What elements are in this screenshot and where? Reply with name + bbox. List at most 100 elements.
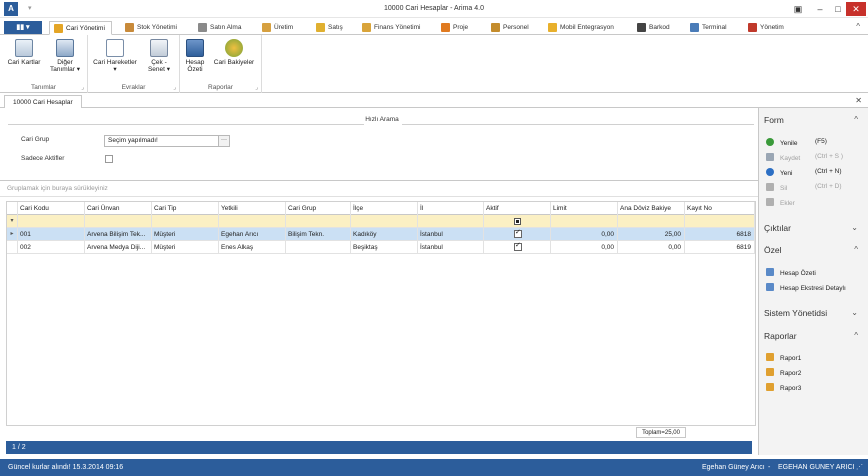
tab-personel[interactable]: Personel	[491, 21, 529, 35]
tab-terminal[interactable]: Terminal	[690, 21, 727, 35]
maximize-button[interactable]: □	[830, 2, 846, 16]
sidebar-section-sistem[interactable]: Sistem Yönetidsi	[764, 308, 827, 318]
aktif-checkbox[interactable]	[514, 242, 522, 251]
cari-grup-select[interactable]: Seçim yapılmadı! ···	[104, 135, 230, 147]
cell-yetkili[interactable]: Egehan Arıcı	[219, 228, 286, 241]
cell-ana-doviz-bakiye[interactable]: 25,00	[618, 228, 685, 241]
tab-cari-yonetimi[interactable]: Cari Yönetimi	[49, 21, 112, 35]
filter-cell[interactable]	[418, 215, 484, 228]
column-header-ana-doviz-bakiye[interactable]: Ana Döviz Bakiye	[618, 202, 685, 215]
filter-cell[interactable]	[219, 215, 286, 228]
filter-cell[interactable]	[351, 215, 418, 228]
filter-cell-aktif[interactable]	[484, 215, 551, 228]
cek-senet-button[interactable]: Çek - Senet ▾	[144, 39, 174, 73]
column-header-aktif[interactable]: Aktif	[484, 202, 551, 215]
cell-aktif[interactable]	[484, 228, 551, 241]
cell-cari-unvan[interactable]: Arvena Medya Diji...	[85, 241, 152, 254]
close-button[interactable]: ✕	[846, 2, 866, 16]
cell-aktif[interactable]	[484, 241, 551, 254]
cell-limit[interactable]: 0,00	[551, 241, 618, 254]
sidebar-section-raporlar[interactable]: Raporlar	[764, 331, 797, 341]
column-header-cari-tip[interactable]: Cari Tip	[152, 202, 219, 215]
tab-barkod[interactable]: Barkod	[637, 21, 670, 35]
cell-cari-unvan[interactable]: Arvena Bilişim Tek...	[85, 228, 152, 241]
sidebar-item-sil[interactable]: Sil	[766, 183, 787, 192]
group-by-area[interactable]: Gruplamak için buraya sürükleyiniz	[0, 180, 758, 197]
filter-cell[interactable]	[551, 215, 618, 228]
column-header-cari-unvan[interactable]: Cari Ünvan	[85, 202, 152, 215]
sidebar-section-form[interactable]: Form	[764, 115, 784, 125]
tab-finans-yonetimi[interactable]: Finans Yönetimi	[362, 21, 421, 35]
sidebar-item-hesap-ekstresi[interactable]: Hesap Ekstresi Detaylı	[766, 283, 846, 292]
close-document-icon[interactable]: ✕	[855, 96, 862, 105]
cell-cari-grup[interactable]	[286, 241, 351, 254]
cell-cari-tip[interactable]: Müşteri	[152, 241, 219, 254]
filter-cell[interactable]	[618, 215, 685, 228]
resize-grip-icon[interactable]: ⋰	[856, 459, 863, 476]
cell-kayit-no[interactable]: 6818	[685, 228, 755, 241]
diger-tanimlar-button[interactable]: Diğer Tanımlar ▾	[46, 39, 84, 73]
sidebar-item-ekler[interactable]: Ekler	[766, 198, 795, 207]
table-row[interactable]: 002 Arvena Medya Diji... Müşteri Enes Al…	[7, 241, 755, 254]
cell-ilce[interactable]: Beşiktaş	[351, 241, 418, 254]
cari-kartlar-button[interactable]: Cari Kartlar	[6, 39, 42, 66]
file-menu-button[interactable]: ▮▮ ▾	[4, 21, 42, 34]
column-header-cari-kodu[interactable]: Cari Kodu	[18, 202, 85, 215]
sidebar-item-rapor3[interactable]: Rapor3	[766, 383, 801, 392]
chevron-up-icon[interactable]: ^	[854, 331, 858, 340]
doc-tab-cari-hesaplar[interactable]: 10000 Cari Hesaplar	[4, 95, 82, 108]
aktif-filter-checkbox[interactable]	[514, 218, 521, 225]
sidebar-section-ciktilar[interactable]: Çıktılar	[764, 223, 791, 233]
column-header-yetkili[interactable]: Yetkili	[219, 202, 286, 215]
cell-limit[interactable]: 0,00	[551, 228, 618, 241]
hesap-ozeti-button[interactable]: Hesap Özeti	[184, 39, 206, 73]
column-header-limit[interactable]: Limit	[551, 202, 618, 215]
filter-cell[interactable]	[18, 215, 85, 228]
collapse-ribbon-icon[interactable]: ^	[856, 22, 860, 31]
tab-proje[interactable]: Proje	[441, 21, 468, 35]
pager-bar[interactable]: 1 / 2	[6, 441, 752, 454]
grid-filter-row[interactable]: ▾	[7, 215, 755, 228]
cell-cari-grup[interactable]: Bilişim Tekn.	[286, 228, 351, 241]
sidebar-item-hesap-ozeti[interactable]: Hesap Özeti	[766, 268, 816, 277]
cari-bakiyeler-button[interactable]: Cari Bakiyeler	[210, 39, 258, 66]
table-row[interactable]: ▸ 001 Arvena Bilişim Tek... Müşteri Egeh…	[7, 228, 755, 241]
sidebar-item-yeni[interactable]: Yeni	[766, 168, 792, 177]
column-header-il[interactable]: İl	[418, 202, 484, 215]
chevron-up-icon[interactable]: ^	[854, 115, 858, 124]
sidebar-item-kaydet[interactable]: Kaydet	[766, 153, 800, 162]
cell-kayit-no[interactable]: 6819	[685, 241, 755, 254]
aktif-checkbox[interactable]	[514, 229, 522, 238]
chevron-down-icon[interactable]: ⌄	[851, 223, 858, 232]
sidebar-item-rapor1[interactable]: Rapor1	[766, 353, 801, 362]
sidebar-item-rapor2[interactable]: Rapor2	[766, 368, 801, 377]
dialog-launcher-icon[interactable]: ⌟	[255, 84, 258, 91]
dialog-launcher-icon[interactable]: ⌟	[173, 84, 176, 91]
cell-ilce[interactable]: Kadıköy	[351, 228, 418, 241]
tab-uretim[interactable]: Üretim	[262, 21, 293, 35]
cell-il[interactable]: İstanbul	[418, 228, 484, 241]
tab-stok-yonetimi[interactable]: Stok Yönetimi	[125, 21, 177, 35]
cell-cari-kodu[interactable]: 002	[18, 241, 85, 254]
cell-cari-tip[interactable]: Müşteri	[152, 228, 219, 241]
filter-cell[interactable]	[85, 215, 152, 228]
column-header-kayit-no[interactable]: Kayıt No	[685, 202, 755, 215]
filter-cell[interactable]	[685, 215, 755, 228]
restore-ribbon-button[interactable]: ▣	[790, 2, 806, 16]
tab-yonetim[interactable]: Yönetim	[748, 21, 784, 35]
dialog-launcher-icon[interactable]: ⌟	[81, 84, 84, 91]
cari-hareketler-button[interactable]: Cari Hareketler ▾	[92, 39, 138, 73]
tab-satis[interactable]: Satış	[316, 21, 343, 35]
tab-mobil-entegrasyon[interactable]: Mobil Entegrasyon	[548, 21, 614, 35]
sidebar-item-yenile[interactable]: Yenile	[766, 138, 797, 147]
column-header-cari-grup[interactable]: Cari Grup	[286, 202, 351, 215]
ellipsis-button[interactable]: ···	[218, 136, 229, 146]
cell-yetkili[interactable]: Enes Alkaş	[219, 241, 286, 254]
cell-il[interactable]: İstanbul	[418, 241, 484, 254]
tab-satin-alma[interactable]: Satın Alma	[198, 21, 241, 35]
cell-ana-doviz-bakiye[interactable]: 0,00	[618, 241, 685, 254]
filter-cell[interactable]	[152, 215, 219, 228]
chevron-down-icon[interactable]: ⌄	[851, 308, 858, 317]
sadece-aktifler-checkbox[interactable]	[105, 155, 113, 163]
cell-cari-kodu[interactable]: 001	[18, 228, 85, 241]
